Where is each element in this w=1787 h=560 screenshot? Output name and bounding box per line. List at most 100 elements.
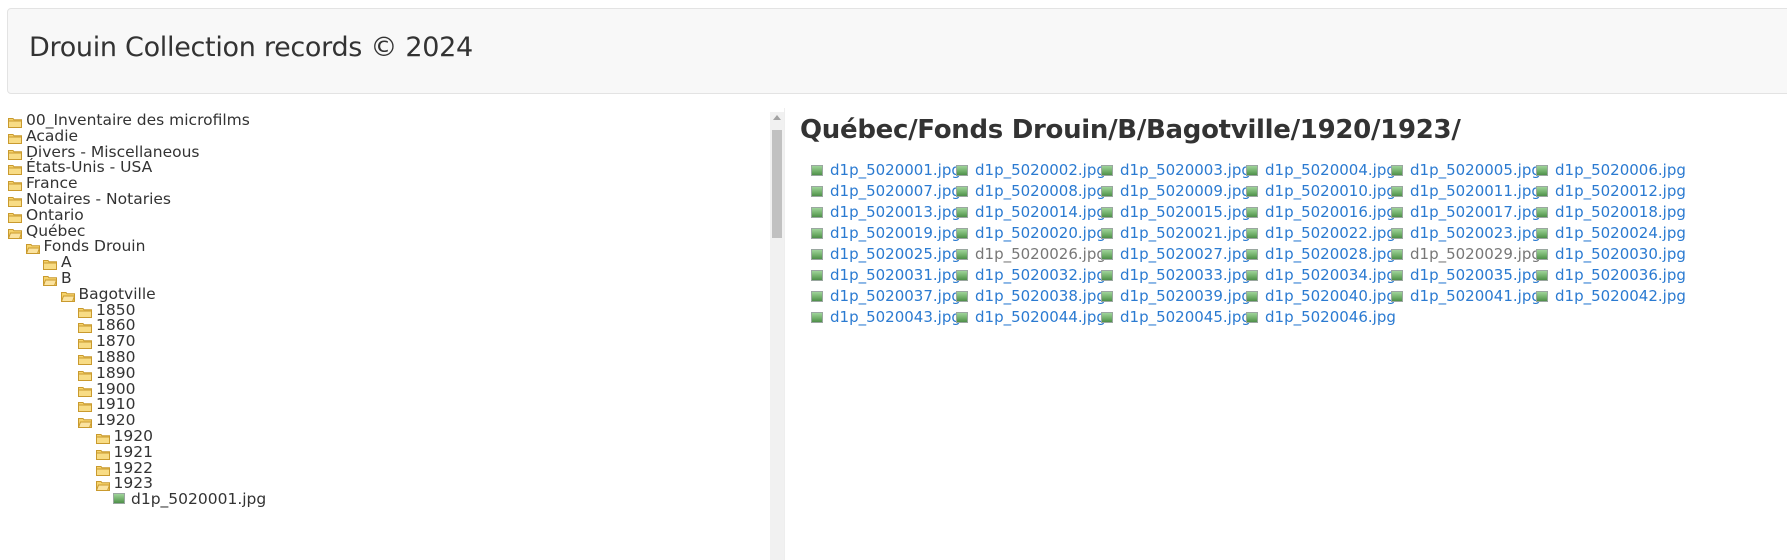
image-file-icon — [1391, 207, 1403, 218]
folder-icon — [8, 146, 22, 160]
folder-icon — [78, 398, 92, 413]
image-file-icon — [956, 228, 968, 239]
file-link[interactable]: d1p_5020014.jpg — [975, 202, 1106, 222]
image-file-icon — [1391, 249, 1403, 260]
file-link[interactable]: d1p_5020022.jpg — [1265, 223, 1396, 243]
file-link[interactable]: d1p_5020040.jpg — [1265, 286, 1396, 306]
folder-tree-pane[interactable]: 00_Inventaire des microfilms Acadie Divers… — [0, 108, 770, 560]
folder-icon — [78, 383, 92, 397]
image-file-icon — [1246, 312, 1258, 323]
file-link[interactable]: d1p_5020042.jpg — [1555, 286, 1686, 306]
file-link[interactable]: d1p_5020032.jpg — [975, 265, 1106, 285]
file-link[interactable]: d1p_5020007.jpg — [830, 181, 961, 201]
file-link[interactable]: d1p_5020023.jpg — [1410, 223, 1541, 243]
file-link[interactable]: d1p_5020037.jpg — [830, 286, 961, 306]
pane-divider — [784, 108, 785, 560]
image-file-icon — [1391, 270, 1403, 281]
folder-open-icon — [7, 225, 23, 239]
image-file-icon — [1391, 186, 1403, 197]
image-file-icon — [811, 228, 823, 239]
image-file-icon — [1101, 228, 1113, 239]
folder-open-icon — [95, 477, 110, 492]
file-link[interactable]: d1p_5020025.jpg — [830, 244, 961, 264]
file-link[interactable]: d1p_5020018.jpg — [1555, 202, 1686, 222]
file-link[interactable]: d1p_5020005.jpg — [1410, 160, 1541, 180]
tree-item-label[interactable]: d1p_5020001.jpg — [131, 490, 266, 508]
file-link[interactable]: d1p_5020010.jpg — [1265, 181, 1396, 201]
file-link[interactable]: d1p_5020028.jpg — [1265, 244, 1396, 264]
folder-icon — [95, 446, 110, 460]
file-link[interactable]: d1p_5020029.jpg — [1410, 244, 1541, 264]
file-link[interactable]: d1p_5020016.jpg — [1265, 202, 1396, 222]
file-link[interactable]: d1p_5020041.jpg — [1410, 286, 1541, 306]
image-file-icon — [1246, 270, 1258, 281]
folder-icon — [8, 193, 22, 207]
file-link[interactable]: d1p_5020033.jpg — [1120, 265, 1251, 285]
file-link[interactable]: d1p_5020045.jpg — [1120, 307, 1251, 327]
image-file-icon — [1246, 186, 1258, 197]
file-link[interactable]: d1p_5020046.jpg — [1265, 307, 1396, 327]
file-link[interactable]: d1p_5020012.jpg — [1555, 181, 1686, 201]
file-link[interactable]: d1p_5020021.jpg — [1120, 223, 1251, 243]
file-link[interactable]: d1p_5020015.jpg — [1120, 202, 1251, 222]
folder-icon — [78, 367, 92, 381]
image-file-icon — [1101, 186, 1113, 197]
scrollbar-thumb[interactable] — [772, 130, 782, 238]
file-link[interactable]: d1p_5020026.jpg — [975, 244, 1106, 264]
folder-icon — [8, 130, 22, 144]
image-file-icon — [811, 270, 823, 281]
file-link[interactable]: d1p_5020020.jpg — [975, 223, 1106, 243]
file-link[interactable]: d1p_5020004.jpg — [1265, 160, 1396, 180]
image-file-icon — [1536, 270, 1548, 281]
file-link[interactable]: d1p_5020001.jpg — [830, 160, 961, 180]
folder-open-icon — [42, 272, 58, 286]
folder-icon — [8, 209, 22, 223]
file-link[interactable]: d1p_5020002.jpg — [975, 160, 1106, 180]
image-file-icon — [1101, 270, 1113, 281]
scroll-up-arrow-icon[interactable] — [773, 115, 781, 120]
image-file-icon — [1101, 312, 1113, 323]
folder-icon — [78, 335, 92, 350]
image-file-icon — [811, 312, 823, 323]
file-link[interactable]: d1p_5020031.jpg — [830, 265, 961, 285]
image-file-icon — [1101, 291, 1113, 302]
file-link[interactable]: d1p_5020044.jpg — [975, 307, 1106, 327]
file-link[interactable]: d1p_5020011.jpg — [1410, 181, 1541, 201]
tree-scrollbar[interactable] — [770, 112, 784, 560]
file-link[interactable]: d1p_5020003.jpg — [1120, 160, 1251, 180]
file-link[interactable]: d1p_5020009.jpg — [1120, 181, 1251, 201]
file-link[interactable]: d1p_5020017.jpg — [1410, 202, 1541, 222]
file-link[interactable]: d1p_5020039.jpg — [1120, 286, 1251, 306]
file-link[interactable]: d1p_5020024.jpg — [1555, 223, 1686, 243]
file-link[interactable]: d1p_5020006.jpg — [1555, 160, 1686, 180]
file-link[interactable]: d1p_5020036.jpg — [1555, 265, 1686, 285]
image-file-icon — [1101, 249, 1113, 260]
file-link[interactable]: d1p_5020008.jpg — [975, 181, 1106, 201]
image-file-icon — [956, 165, 968, 176]
image-file-icon — [811, 291, 823, 302]
image-file-icon — [956, 312, 968, 323]
file-link[interactable]: d1p_5020030.jpg — [1555, 244, 1686, 264]
file-link[interactable]: d1p_5020034.jpg — [1265, 265, 1396, 285]
file-link[interactable]: d1p_5020019.jpg — [830, 223, 961, 243]
file-link[interactable]: d1p_5020043.jpg — [830, 307, 961, 327]
file-link[interactable]: d1p_5020038.jpg — [975, 286, 1106, 306]
file-link[interactable]: d1p_5020035.jpg — [1410, 265, 1541, 285]
folder-icon — [78, 304, 92, 318]
page-title: Drouin Collection records © 2024 — [29, 32, 473, 63]
folder-icon — [43, 256, 57, 271]
image-file-icon — [1246, 207, 1258, 218]
image-file-icon — [1391, 291, 1403, 302]
image-file-icon — [1391, 228, 1403, 239]
image-file-icon — [956, 207, 968, 218]
folder-open-icon — [25, 240, 40, 255]
tree-item[interactable]: d1p_5020001.jpg — [8, 490, 708, 508]
folder-icon — [95, 462, 110, 476]
image-file-icon — [811, 186, 823, 197]
file-link[interactable]: d1p_5020013.jpg — [830, 202, 961, 222]
image-file-icon — [956, 249, 968, 260]
file-link[interactable]: d1p_5020027.jpg — [1120, 244, 1251, 264]
image-file-icon — [1246, 291, 1258, 302]
current-path-title: Québec/Fonds Drouin/B/Bagotville/1920/19… — [800, 115, 1461, 145]
image-file-icon — [1246, 228, 1258, 239]
